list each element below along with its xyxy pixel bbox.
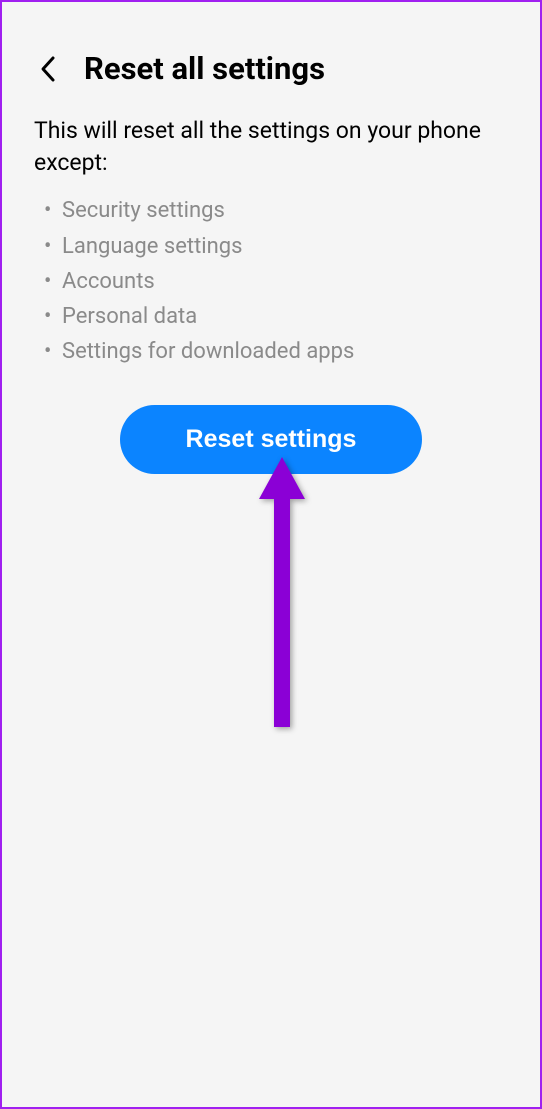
page-header: Reset all settings	[2, 2, 540, 115]
list-item: Security settings	[62, 193, 512, 228]
back-icon[interactable]	[38, 58, 60, 80]
list-item: Settings for downloaded apps	[62, 334, 512, 369]
description-text: This will reset all the settings on your…	[2, 115, 540, 179]
list-item: Language settings	[62, 229, 512, 264]
list-item: Personal data	[62, 299, 512, 334]
page-title: Reset all settings	[84, 50, 325, 87]
exceptions-list: Security settings Language settings Acco…	[2, 179, 540, 369]
annotation-arrow-icon	[257, 457, 307, 727]
list-item: Accounts	[62, 264, 512, 299]
